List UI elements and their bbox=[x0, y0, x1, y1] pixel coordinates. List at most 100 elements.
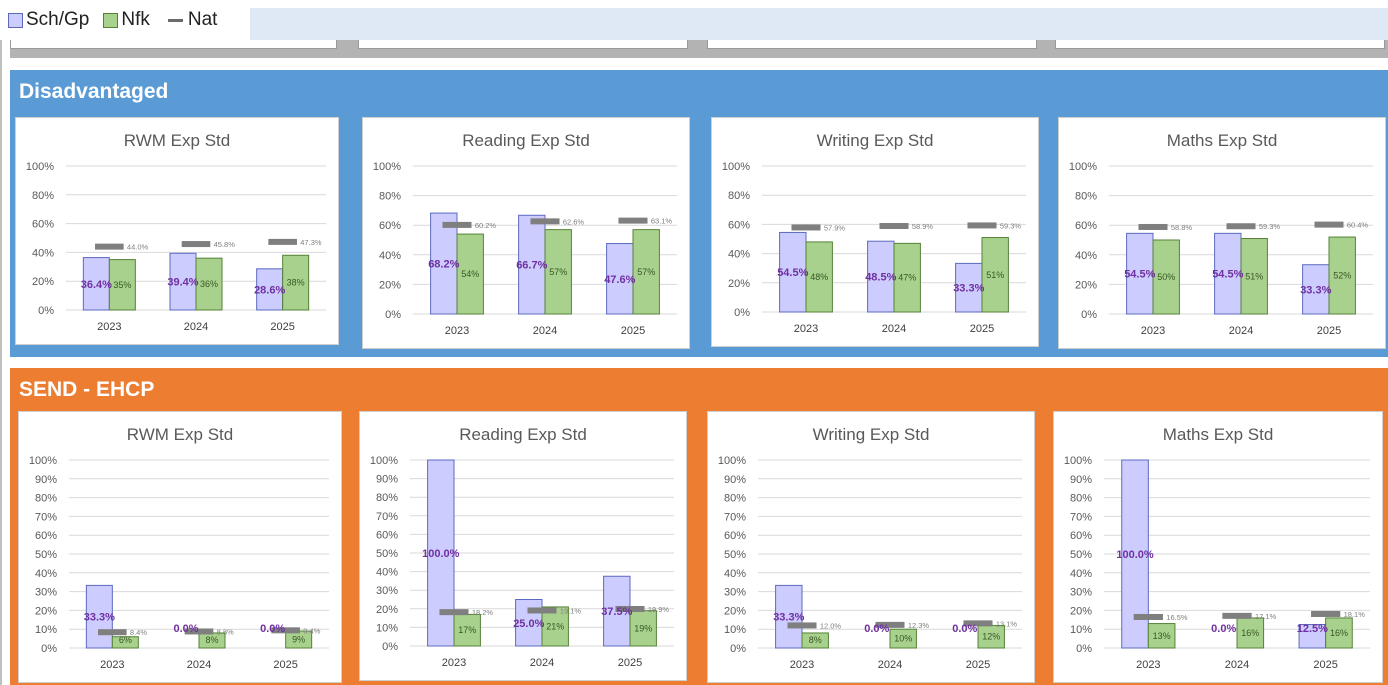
nfk-value-label: 36% bbox=[200, 279, 218, 289]
x-tick-label: 2024 bbox=[184, 321, 208, 333]
legend-item-nfk: Nfk bbox=[103, 9, 150, 31]
y-tick-label: 50% bbox=[35, 549, 57, 561]
y-tick-label: 60% bbox=[724, 530, 746, 542]
sch-value-label: 25.0% bbox=[513, 618, 544, 630]
y-tick-label: 80% bbox=[379, 191, 401, 203]
y-tick-label: 70% bbox=[724, 511, 746, 523]
chart-reading-exp-std: Reading Exp Std 0% 20% 40% 60% 80% 100% 60.2% 54… bbox=[373, 131, 677, 337]
y-tick-label: 40% bbox=[728, 249, 750, 261]
nat-label: 17.1% bbox=[1255, 612, 1277, 621]
legend-label-nfk: Nfk bbox=[121, 9, 150, 30]
nfk-value-label: 6% bbox=[119, 635, 132, 645]
nat-label: 12.0% bbox=[820, 621, 842, 630]
nfk-value-label: 35% bbox=[113, 280, 131, 290]
y-tick-label: 10% bbox=[724, 624, 746, 636]
nat-label: 8.4% bbox=[130, 628, 147, 637]
nat-marker bbox=[181, 241, 211, 248]
sch-value-label: 68.2% bbox=[428, 259, 459, 271]
nfk-value-label: 19% bbox=[634, 623, 652, 633]
section-title: SEND - EHCP bbox=[19, 378, 155, 401]
x-tick-label: 2025 bbox=[966, 659, 990, 671]
chart-panel-writing: Writing Exp Std 0% 10% 20% 30% 40% 50% 60% 70% 80… bbox=[707, 411, 1035, 683]
chart-maths-exp-std: Maths Exp Std0%20%40%60%80%100%58.8%50%5… bbox=[1069, 131, 1373, 337]
legend-item-nat: Nat bbox=[164, 9, 218, 31]
legend-item-sch: Sch/Gp bbox=[8, 9, 89, 31]
y-tick-label: 0% bbox=[382, 641, 398, 653]
previous-panel-stub bbox=[10, 40, 337, 49]
nat-marker bbox=[1222, 612, 1252, 619]
y-tick-label: 50% bbox=[376, 548, 398, 560]
nat-label: 44.0% bbox=[127, 243, 149, 252]
y-tick-label: 60% bbox=[1075, 220, 1097, 232]
sch-value-label: 54.5% bbox=[1212, 269, 1243, 281]
x-tick-label: 2025 bbox=[273, 659, 297, 671]
nat-marker bbox=[1138, 223, 1168, 230]
y-tick-label: 30% bbox=[724, 587, 746, 599]
nfk-value-label: 13% bbox=[1153, 631, 1171, 641]
x-tick-label: 2025 bbox=[618, 657, 642, 669]
chart-panel-rwm: RWM Exp Std 0% 20% 40% 60% 80% 100% 44.0% 35% 36.… bbox=[15, 117, 339, 345]
x-tick-label: 2024 bbox=[882, 323, 906, 335]
y-tick-label: 20% bbox=[35, 605, 57, 617]
y-tick-label: 0% bbox=[1081, 309, 1097, 321]
chart-title: RWM Exp Std bbox=[127, 425, 233, 444]
y-tick-label: 0% bbox=[38, 305, 54, 317]
chart-title: Reading Exp Std bbox=[462, 131, 590, 150]
y-tick-label: 40% bbox=[1070, 568, 1092, 580]
previous-panel-stub bbox=[358, 40, 688, 49]
y-tick-label: 90% bbox=[724, 474, 746, 486]
section-send-ehcp: SEND - EHCP RWM Exp Std 0% 10% 20% 30% 40% 50%… bbox=[10, 368, 1388, 685]
x-tick-label: 2023 bbox=[1136, 659, 1160, 671]
y-tick-label: 100% bbox=[718, 455, 746, 467]
chart-panel-maths: Maths Exp Std 0% 20% 40% 60% 80% 100% 58.8% 50% 5… bbox=[1058, 117, 1386, 349]
sch-value-label: 36.4% bbox=[81, 279, 112, 291]
nat-label: 8.8% bbox=[217, 627, 234, 636]
nfk-value-label: 10% bbox=[894, 634, 912, 644]
y-tick-label: 0% bbox=[41, 643, 57, 655]
nat-label: 63.1% bbox=[651, 217, 673, 226]
y-tick-label: 100% bbox=[722, 161, 750, 173]
y-tick-label: 100% bbox=[29, 455, 57, 467]
nat-marker bbox=[1311, 610, 1341, 617]
header-band bbox=[250, 8, 1388, 40]
y-tick-label: 100% bbox=[373, 161, 401, 173]
sch-value-label: 47.6% bbox=[604, 274, 635, 286]
nfk-value-label: 57% bbox=[549, 267, 567, 277]
nat-marker bbox=[791, 224, 821, 231]
y-tick-label: 20% bbox=[1070, 605, 1092, 617]
legend-label-nat: Nat bbox=[187, 9, 218, 30]
y-tick-label: 80% bbox=[1070, 493, 1092, 505]
chart-maths-exp-std: Maths Exp Std 0% 10% 20% 30% 40% 50% 60% 70% 80% 9… bbox=[1064, 425, 1370, 671]
y-tick-label: 100% bbox=[26, 161, 54, 173]
y-tick-label: 100% bbox=[1069, 161, 1097, 173]
y-tick-label: 20% bbox=[376, 604, 398, 616]
nfk-value-label: 57% bbox=[637, 267, 655, 277]
sch-value-label: 37.5% bbox=[601, 606, 632, 618]
nat-marker bbox=[268, 238, 297, 245]
x-tick-label: 2025 bbox=[1317, 325, 1341, 337]
y-tick-label: 60% bbox=[32, 219, 54, 231]
x-tick-label: 2024 bbox=[533, 325, 557, 337]
nat-marker bbox=[439, 609, 469, 616]
y-tick-label: 40% bbox=[1075, 250, 1097, 262]
sch-value-label: 66.7% bbox=[516, 260, 547, 272]
nat-label: 62.6% bbox=[563, 217, 585, 226]
chart-title: Writing Exp Std bbox=[813, 425, 930, 444]
nat-marker bbox=[442, 221, 472, 228]
nfk-value-label: 12% bbox=[982, 632, 1000, 642]
nfk-value-label: 38% bbox=[287, 278, 305, 288]
x-tick-label: 2023 bbox=[442, 657, 466, 669]
y-tick-label: 30% bbox=[376, 585, 398, 597]
y-tick-label: 80% bbox=[724, 493, 746, 505]
nat-label: 16.5% bbox=[1166, 613, 1188, 622]
nat-label: 19.9% bbox=[648, 605, 670, 614]
nfk-value-label: 47% bbox=[898, 273, 916, 283]
chart-writing-exp-std: Writing Exp Std 0% 20% 40% 60% 80% 100% 57.9% 48… bbox=[722, 131, 1026, 335]
y-tick-label: 20% bbox=[32, 276, 54, 288]
y-tick-label: 90% bbox=[1070, 474, 1092, 486]
x-tick-label: 2025 bbox=[1313, 659, 1337, 671]
y-tick-label: 70% bbox=[376, 511, 398, 523]
y-tick-label: 60% bbox=[376, 529, 398, 541]
chart-writing-exp-std: Writing Exp Std 0% 10% 20% 30% 40% 50% 60% 70% 80… bbox=[718, 425, 1022, 671]
nat-label: 58.9% bbox=[912, 222, 934, 231]
